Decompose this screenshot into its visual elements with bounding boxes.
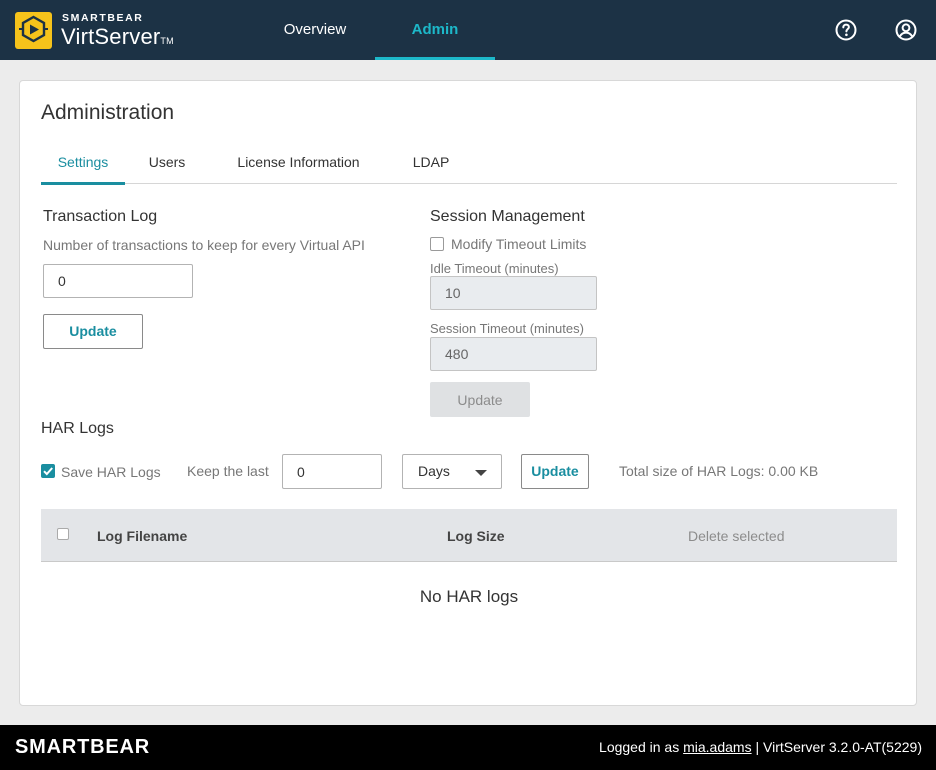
session-timeout-input[interactable]: [430, 337, 597, 371]
har-logs-update-button[interactable]: Update: [521, 454, 589, 489]
session-management-title: Session Management: [430, 208, 585, 225]
page-title: Administration: [41, 101, 175, 124]
delete-selected-button[interactable]: Delete selected: [688, 509, 785, 561]
idle-timeout-input[interactable]: [430, 276, 597, 310]
empty-table-message: No HAR logs: [419, 587, 519, 606]
tab-settings[interactable]: Settings: [41, 144, 125, 185]
brand-name: VirtServer: [61, 24, 161, 49]
top-navigation-bar: SMARTBEAR VirtServerTM Overview Admin: [0, 0, 936, 60]
session-update-button[interactable]: Update: [430, 382, 530, 417]
select-all-checkbox[interactable]: [57, 528, 69, 540]
modify-timeout-label: Modify Timeout Limits: [451, 236, 587, 252]
tab-license-information[interactable]: License Information: [221, 144, 376, 184]
har-logs-title: HAR Logs: [41, 420, 114, 437]
user-account-icon[interactable]: [894, 18, 918, 42]
footer-session-info: Logged in as mia.adams | VirtServer 3.2.…: [599, 739, 922, 755]
retention-unit-select[interactable]: Days: [402, 454, 502, 489]
logged-in-prefix: Logged in as: [599, 739, 680, 755]
username-link[interactable]: mia.adams: [683, 739, 751, 755]
footer-smartbear-logo: SMARTBEAR: [15, 736, 150, 758]
transaction-log-update-button[interactable]: Update: [43, 314, 143, 349]
administration-panel: Administration Settings Users License In…: [19, 80, 917, 706]
har-logs-table-header: Log Filename Log Size Delete selected: [41, 509, 897, 561]
transaction-count-input[interactable]: [43, 264, 193, 298]
save-har-logs-label: Save HAR Logs: [61, 464, 161, 480]
retention-unit-value: Days: [418, 463, 450, 479]
admin-tabs: Settings Users License Information LDAP: [41, 144, 897, 185]
nav-admin[interactable]: Admin: [375, 0, 495, 60]
virtserver-logo-icon[interactable]: [15, 12, 52, 49]
brand-virtserver-label[interactable]: VirtServerTM: [61, 24, 174, 50]
keep-last-count-input[interactable]: [282, 454, 382, 489]
transaction-log-helper: Number of transactions to keep for every…: [43, 237, 365, 253]
column-log-size[interactable]: Log Size: [447, 509, 505, 561]
save-har-logs-checkbox[interactable]: [41, 464, 55, 478]
chevron-down-icon: [475, 470, 487, 476]
table-divider: [41, 561, 897, 562]
nav-overview[interactable]: Overview: [255, 0, 375, 60]
idle-timeout-label: Idle Timeout (minutes): [430, 261, 559, 276]
tab-ldap[interactable]: LDAP: [403, 144, 459, 184]
modify-timeout-checkbox[interactable]: [430, 237, 444, 251]
har-logs-total-size: Total size of HAR Logs: 0.00 KB: [619, 463, 819, 479]
session-timeout-label: Session Timeout (minutes): [430, 321, 584, 336]
keep-the-last-label: Keep the last: [187, 463, 269, 479]
transaction-log-title: Transaction Log: [43, 208, 158, 225]
help-icon[interactable]: [834, 18, 858, 42]
version-label: VirtServer 3.2.0-AT(5229): [763, 739, 922, 755]
footer-bar: SMARTBEAR Logged in as mia.adams | VirtS…: [0, 725, 936, 770]
column-log-filename[interactable]: Log Filename: [97, 509, 187, 561]
brand-trademark: TM: [160, 36, 174, 46]
checkmark-icon: [43, 467, 53, 476]
footer-separator: |: [755, 739, 760, 755]
tab-users[interactable]: Users: [135, 144, 199, 184]
brand-smartbear-label: SMARTBEAR: [62, 12, 144, 24]
